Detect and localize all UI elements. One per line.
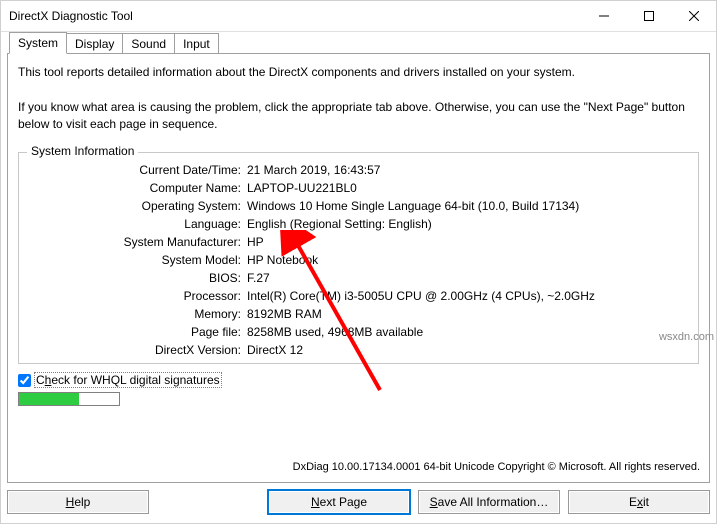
whql-checkbox[interactable]	[18, 374, 31, 387]
model-value: HP Notebook	[247, 253, 690, 267]
tabstrip: System Display Sound Input	[9, 31, 710, 53]
progress-fill	[19, 393, 79, 405]
manufacturer-label: System Manufacturer:	[27, 235, 247, 249]
bios-value: F.27	[247, 271, 690, 285]
computer-name-value: LAPTOP-UU221BL0	[247, 181, 690, 195]
os-value: Windows 10 Home Single Language 64-bit (…	[247, 199, 690, 213]
tab-input[interactable]: Input	[174, 33, 219, 54]
minimize-button[interactable]	[581, 1, 626, 31]
date-label: Current Date/Time:	[27, 163, 247, 177]
os-label: Operating System:	[27, 199, 247, 213]
window-controls	[581, 1, 716, 31]
help-button[interactable]: Help	[7, 490, 149, 514]
system-information-group: System Information Current Date/Time:21 …	[18, 152, 699, 364]
watermark: wsxdn.com	[659, 331, 714, 343]
pagefile-label: Page file:	[27, 325, 247, 339]
intro-text-1: This tool reports detailed information a…	[18, 64, 699, 81]
intro-text-2: If you know what area is causing the pro…	[18, 99, 699, 133]
pagefile-value: 8258MB used, 4968MB available	[247, 325, 690, 339]
manufacturer-value: HP	[247, 235, 690, 249]
titlebar: DirectX Diagnostic Tool	[1, 1, 716, 32]
whql-label[interactable]: Check for WHQL digital signatures	[34, 372, 222, 388]
exit-button[interactable]: Exit	[568, 490, 710, 514]
body: System Display Sound Input This tool rep…	[7, 31, 710, 517]
window-title: DirectX Diagnostic Tool	[9, 9, 581, 23]
tab-sound[interactable]: Sound	[122, 33, 175, 54]
date-value: 21 March 2019, 16:43:57	[247, 163, 690, 177]
language-value: English (Regional Setting: English)	[247, 217, 690, 231]
next-page-button[interactable]: Next Page	[268, 490, 410, 514]
language-label: Language:	[27, 217, 247, 231]
memory-value: 8192MB RAM	[247, 307, 690, 321]
memory-label: Memory:	[27, 307, 247, 321]
directx-value: DirectX 12	[247, 343, 690, 357]
directx-label: DirectX Version:	[27, 343, 247, 357]
close-button[interactable]	[671, 1, 716, 31]
window: DirectX Diagnostic Tool System Display S…	[0, 0, 717, 524]
tab-system[interactable]: System	[9, 32, 67, 54]
tabpage-system: This tool reports detailed information a…	[7, 53, 710, 483]
maximize-button[interactable]	[626, 1, 671, 31]
button-bar: Help Next Page Save All Information… Exi…	[7, 487, 710, 517]
model-label: System Model:	[27, 253, 247, 267]
save-all-button[interactable]: Save All Information…	[418, 490, 560, 514]
system-information-legend: System Information	[27, 144, 138, 158]
footer-text: DxDiag 10.00.17134.0001 64-bit Unicode C…	[293, 461, 700, 473]
computer-name-label: Computer Name:	[27, 181, 247, 195]
processor-label: Processor:	[27, 289, 247, 303]
tab-display[interactable]: Display	[66, 33, 123, 54]
system-info-table: Current Date/Time:21 March 2019, 16:43:5…	[27, 163, 690, 357]
bios-label: BIOS:	[27, 271, 247, 285]
progress-bar	[18, 392, 120, 406]
processor-value: Intel(R) Core(TM) i3-5005U CPU @ 2.00GHz…	[247, 289, 690, 303]
whql-row: Check for WHQL digital signatures	[18, 372, 699, 388]
